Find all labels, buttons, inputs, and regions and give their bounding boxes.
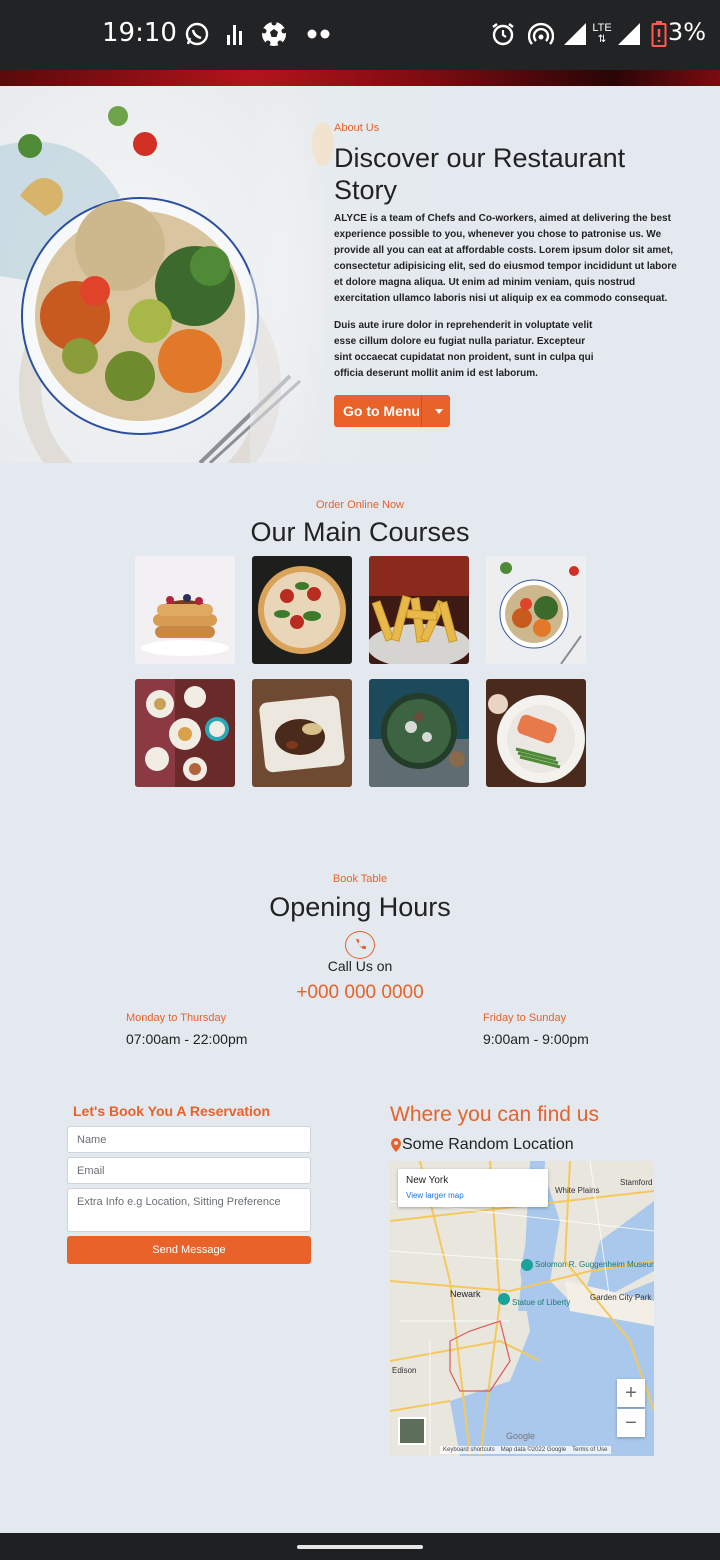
embedded-map[interactable]: White Plains Stamford Newark Solomon R. … bbox=[390, 1161, 654, 1456]
svg-text:Solomon R. Guggenheim Museum: Solomon R. Guggenheim Museum bbox=[535, 1260, 654, 1269]
more-notifications-icon bbox=[306, 18, 332, 50]
course-tile-salad-bowl[interactable] bbox=[486, 556, 586, 664]
svg-text:Garden City Park: Garden City Park bbox=[590, 1293, 652, 1302]
call-us-label: Call Us on bbox=[327, 958, 393, 974]
weekend-hours: 9:00am - 9:00pm bbox=[483, 1031, 589, 1047]
map-pin-icon bbox=[391, 1138, 401, 1152]
location-address: Some Random Location bbox=[402, 1136, 574, 1153]
map-data-credit: Map data ©2022 Google bbox=[500, 1447, 567, 1453]
view-larger-map-link[interactable]: View larger map bbox=[406, 1191, 464, 1200]
terms-of-use-link[interactable]: Terms of Use bbox=[572, 1447, 607, 1453]
about-food-image bbox=[0, 86, 325, 463]
button-divider bbox=[421, 395, 422, 427]
weekend-label: Friday to Sunday bbox=[483, 1012, 567, 1024]
go-to-menu-button[interactable]: Go to Menu bbox=[334, 395, 450, 427]
svg-text:Newark: Newark bbox=[450, 1289, 481, 1299]
courses-title: Our Main Courses bbox=[250, 517, 470, 547]
hotspot-icon bbox=[528, 18, 554, 50]
soccer-ball-icon bbox=[260, 18, 288, 50]
battery-level: 3% bbox=[667, 18, 706, 46]
system-nav-bar bbox=[0, 1533, 720, 1560]
course-tile-pancakes[interactable] bbox=[135, 556, 235, 664]
zoom-in-button[interactable]: + bbox=[617, 1379, 645, 1407]
museum-marker bbox=[521, 1259, 533, 1271]
keyboard-shortcuts-link[interactable]: Keyboard shortcuts bbox=[443, 1447, 495, 1453]
map-footer: Keyboard shortcuts Map data ©2022 Google… bbox=[440, 1446, 611, 1454]
about-section: About Us Discover our Restaurant Story A… bbox=[0, 86, 720, 463]
map-info-card: New York View larger map bbox=[398, 1169, 548, 1207]
course-tile-salmon-plate[interactable] bbox=[486, 679, 586, 787]
course-tile-steak-plate[interactable] bbox=[252, 679, 352, 787]
zoom-out-button[interactable]: − bbox=[617, 1409, 645, 1437]
lte-indicator: LTE ⇅ bbox=[592, 22, 612, 46]
header-banner-strip bbox=[0, 70, 720, 86]
about-title: Discover our Restaurant Story bbox=[334, 143, 626, 205]
alarm-icon bbox=[490, 18, 516, 50]
send-message-button[interactable]: Send Message bbox=[67, 1236, 311, 1264]
caret-down-icon[interactable] bbox=[435, 409, 443, 414]
weekday-label: Monday to Thursday bbox=[126, 1012, 227, 1024]
decorative-leaf bbox=[312, 122, 334, 166]
home-gesture-handle[interactable] bbox=[297, 1545, 423, 1549]
svg-text:Stamford: Stamford bbox=[620, 1178, 652, 1187]
location-line: Some Random Location bbox=[390, 1136, 574, 1154]
hours-eyebrow: Book Table bbox=[332, 873, 388, 885]
course-tile-fries[interactable] bbox=[369, 556, 469, 664]
extra-info-field[interactable]: Extra Info e.g Location, Sitting Prefere… bbox=[67, 1188, 311, 1232]
svg-text:White Plains: White Plains bbox=[555, 1186, 599, 1195]
course-tile-pizza[interactable] bbox=[252, 556, 352, 664]
course-tile-spinach-dish[interactable] bbox=[369, 679, 469, 787]
find-us-title: Where you can find us bbox=[390, 1103, 599, 1126]
svg-text:Google: Google bbox=[506, 1431, 535, 1441]
course-tile-tapas-spread[interactable] bbox=[135, 679, 235, 787]
cell-signal-2-icon bbox=[617, 18, 641, 50]
reservation-title: Let's Book You A Reservation bbox=[73, 1103, 271, 1119]
cell-signal-icon bbox=[563, 18, 587, 50]
about-paragraph-2: Duis aute irure dolor in reprehenderit i… bbox=[334, 320, 594, 379]
hours-title: Opening Hours bbox=[269, 892, 451, 922]
go-to-menu-label: Go to Menu bbox=[343, 403, 420, 419]
satellite-toggle[interactable] bbox=[398, 1417, 426, 1445]
battery-low-icon bbox=[651, 18, 667, 50]
weekday-hours: 07:00am - 22:00pm bbox=[126, 1031, 248, 1047]
clock: 19:10 bbox=[102, 18, 177, 48]
signal-bars-icon bbox=[226, 18, 244, 50]
statue-marker bbox=[498, 1293, 510, 1305]
status-bar: 19:10 LTE ⇅ 3% bbox=[0, 0, 720, 70]
name-field[interactable]: Name bbox=[67, 1126, 311, 1153]
whatsapp-icon bbox=[184, 18, 210, 50]
svg-text:Edison: Edison bbox=[392, 1366, 416, 1375]
phone-number[interactable]: +000 000 0000 bbox=[0, 982, 720, 1004]
phone-icon[interactable] bbox=[345, 931, 375, 959]
email-field[interactable]: Email bbox=[67, 1157, 311, 1184]
svg-text:Statue of Liberty: Statue of Liberty bbox=[512, 1298, 570, 1307]
courses-eyebrow: Order Online Now bbox=[315, 499, 405, 511]
map-card-title: New York bbox=[406, 1175, 449, 1186]
about-eyebrow: About Us bbox=[334, 122, 380, 134]
about-paragraph-1: ALYCE is a team of Chefs and Co-workers,… bbox=[334, 213, 677, 304]
